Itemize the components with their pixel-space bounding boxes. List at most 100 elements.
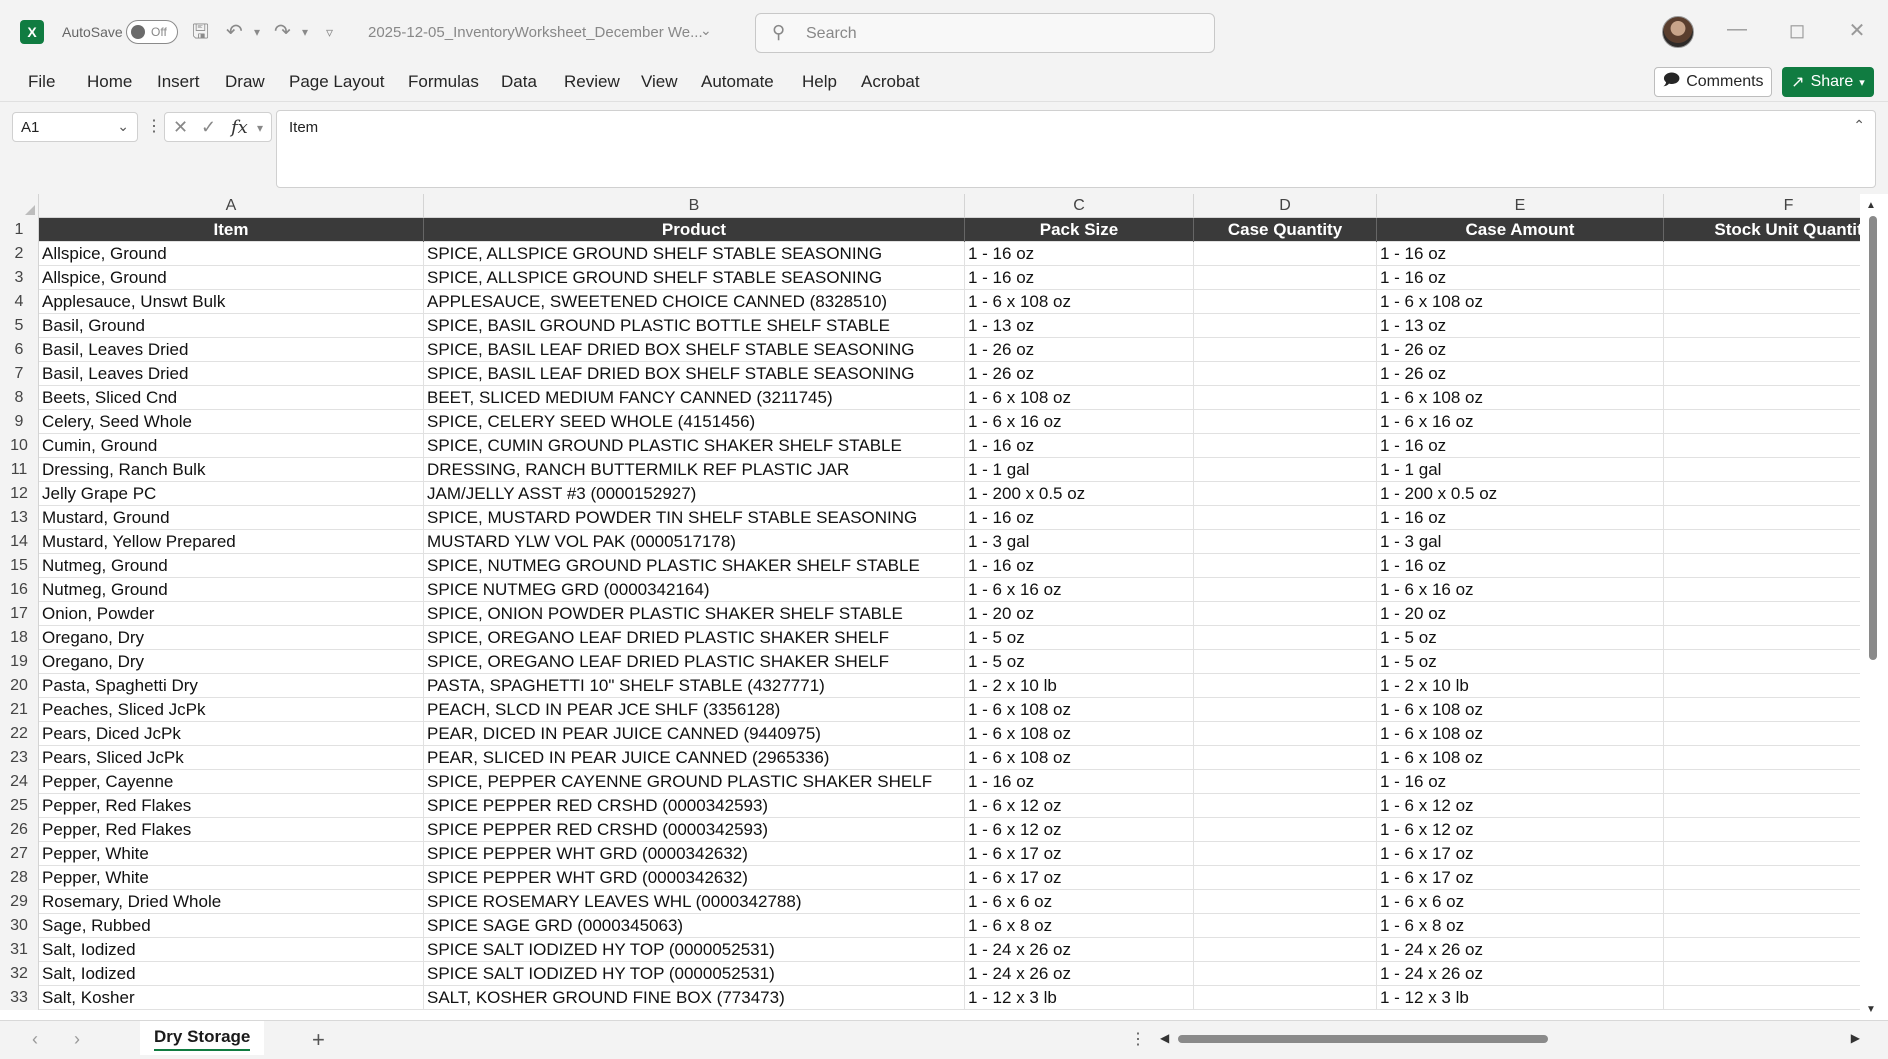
- grid-cell[interactable]: Salt, Kosher: [39, 986, 424, 1010]
- header-cell[interactable]: Item: [39, 218, 424, 242]
- grid-cell[interactable]: [1664, 698, 1888, 722]
- column-header-b[interactable]: B: [424, 194, 965, 218]
- grid-cell[interactable]: SPICE, ALLSPICE GROUND SHELF STABLE SEAS…: [424, 266, 965, 290]
- minimize-icon[interactable]: —: [1722, 18, 1752, 41]
- chevron-down-icon[interactable]: ⌄: [700, 22, 712, 39]
- name-box[interactable]: A1 ⌄: [12, 112, 138, 142]
- grid-cell[interactable]: 1 - 1 gal: [1377, 458, 1664, 482]
- grid-cell[interactable]: [1194, 266, 1377, 290]
- grid-cell[interactable]: SPICE, OREGANO LEAF DRIED PLASTIC SHAKER…: [424, 626, 965, 650]
- grid-cell[interactable]: 1 - 12 x 3 lb: [1377, 986, 1664, 1010]
- grid-cell[interactable]: [1664, 746, 1888, 770]
- grid-cell[interactable]: Allspice, Ground: [39, 242, 424, 266]
- grid-cell[interactable]: Pepper, White: [39, 842, 424, 866]
- tab-page-layout[interactable]: Page Layout: [289, 72, 384, 92]
- grid-cell[interactable]: PASTA, SPAGHETTI 10" SHELF STABLE (43277…: [424, 674, 965, 698]
- grid-cell[interactable]: 1 - 16 oz: [965, 266, 1194, 290]
- scroll-up-icon[interactable]: ▲: [1866, 200, 1876, 211]
- grid-cell[interactable]: [1194, 938, 1377, 962]
- grid-cell[interactable]: SPICE, BASIL LEAF DRIED BOX SHELF STABLE…: [424, 362, 965, 386]
- horizontal-scroll-thumb[interactable]: [1178, 1035, 1548, 1043]
- row-number[interactable]: 23: [0, 746, 39, 770]
- header-cell[interactable]: Case Amount: [1377, 218, 1664, 242]
- tab-view[interactable]: View: [641, 72, 678, 92]
- grid-cell[interactable]: SPICE, CUMIN GROUND PLASTIC SHAKER SHELF…: [424, 434, 965, 458]
- grid-cell[interactable]: [1194, 482, 1377, 506]
- grid-cell[interactable]: [1664, 674, 1888, 698]
- search-input[interactable]: ⚲ Search: [755, 13, 1215, 53]
- column-header-c[interactable]: C: [965, 194, 1194, 218]
- grid-cell[interactable]: Beets, Sliced Cnd: [39, 386, 424, 410]
- row-number[interactable]: 16: [0, 578, 39, 602]
- grid-cell[interactable]: [1664, 242, 1888, 266]
- grid-cell[interactable]: 1 - 6 x 17 oz: [965, 866, 1194, 890]
- close-icon[interactable]: ✕: [1842, 18, 1872, 43]
- grid-cell[interactable]: 1 - 16 oz: [1377, 434, 1664, 458]
- grid-cell[interactable]: SPICE SALT IODIZED HY TOP (0000052531): [424, 938, 965, 962]
- grid-cell[interactable]: [1664, 266, 1888, 290]
- grid-cell[interactable]: [1194, 626, 1377, 650]
- grid-cell[interactable]: 1 - 26 oz: [965, 338, 1194, 362]
- grid-cell[interactable]: 1 - 3 gal: [965, 530, 1194, 554]
- grid-cell[interactable]: 1 - 24 x 26 oz: [1377, 962, 1664, 986]
- row-number[interactable]: 20: [0, 674, 39, 698]
- row-number[interactable]: 26: [0, 818, 39, 842]
- grid-cell[interactable]: Mustard, Ground: [39, 506, 424, 530]
- grid-cell[interactable]: [1664, 338, 1888, 362]
- scroll-left-icon[interactable]: ◀: [1160, 1031, 1169, 1045]
- grid-cell[interactable]: Nutmeg, Ground: [39, 554, 424, 578]
- grid-cell[interactable]: 1 - 26 oz: [1377, 362, 1664, 386]
- grid-cell[interactable]: Oregano, Dry: [39, 650, 424, 674]
- grid-cell[interactable]: [1194, 674, 1377, 698]
- grid-cell[interactable]: Allspice, Ground: [39, 266, 424, 290]
- grid-cell[interactable]: 1 - 24 x 26 oz: [1377, 938, 1664, 962]
- grid-cell[interactable]: 1 - 6 x 16 oz: [1377, 410, 1664, 434]
- grid-cell[interactable]: 1 - 200 x 0.5 oz: [965, 482, 1194, 506]
- grid-cell[interactable]: [1194, 986, 1377, 1010]
- grid-cell[interactable]: SPICE, CELERY SEED WHOLE (4151456): [424, 410, 965, 434]
- grid-cell[interactable]: Salt, Iodized: [39, 962, 424, 986]
- grid-cell[interactable]: 1 - 200 x 0.5 oz: [1377, 482, 1664, 506]
- grid-cell[interactable]: [1194, 650, 1377, 674]
- row-number[interactable]: 24: [0, 770, 39, 794]
- grid-cell[interactable]: 1 - 6 x 108 oz: [1377, 386, 1664, 410]
- grid-cell[interactable]: [1664, 650, 1888, 674]
- grid-cell[interactable]: Jelly Grape PC: [39, 482, 424, 506]
- grid-cell[interactable]: [1664, 290, 1888, 314]
- maximize-icon[interactable]: ◻: [1782, 18, 1812, 43]
- grid-cell[interactable]: [1664, 458, 1888, 482]
- grid-cell[interactable]: [1664, 410, 1888, 434]
- grid-cell[interactable]: SPICE, ONION POWDER PLASTIC SHAKER SHELF…: [424, 602, 965, 626]
- grid-cell[interactable]: [1664, 938, 1888, 962]
- row-number[interactable]: 22: [0, 722, 39, 746]
- grid-cell[interactable]: 1 - 6 x 108 oz: [1377, 746, 1664, 770]
- column-header-e[interactable]: E: [1377, 194, 1664, 218]
- header-cell[interactable]: Case Quantity: [1194, 218, 1377, 242]
- grid-cell[interactable]: Cumin, Ground: [39, 434, 424, 458]
- grid-cell[interactable]: 1 - 20 oz: [1377, 602, 1664, 626]
- tab-file[interactable]: File: [28, 72, 55, 92]
- grid-cell[interactable]: [1194, 386, 1377, 410]
- more-options-icon[interactable]: ⋮: [146, 116, 162, 136]
- grid-cell[interactable]: 1 - 16 oz: [1377, 506, 1664, 530]
- grid-cell[interactable]: [1664, 482, 1888, 506]
- grid-cell[interactable]: APPLESAUCE, SWEETENED CHOICE CANNED (832…: [424, 290, 965, 314]
- row-number[interactable]: 33: [0, 986, 39, 1010]
- header-cell[interactable]: Stock Unit Quantit: [1664, 218, 1888, 242]
- grid-cell[interactable]: 1 - 2 x 10 lb: [965, 674, 1194, 698]
- column-header-f[interactable]: F: [1664, 194, 1888, 218]
- grid-cell[interactable]: [1194, 602, 1377, 626]
- grid-cell[interactable]: Rosemary, Dried Whole: [39, 890, 424, 914]
- grid-cell[interactable]: [1664, 386, 1888, 410]
- grid-cell[interactable]: MUSTARD YLW VOL PAK (0000517178): [424, 530, 965, 554]
- grid-cell[interactable]: SPICE PEPPER RED CRSHD (0000342593): [424, 794, 965, 818]
- grid-cell[interactable]: 1 - 16 oz: [965, 554, 1194, 578]
- grid-cell[interactable]: [1194, 770, 1377, 794]
- grid-cell[interactable]: [1194, 434, 1377, 458]
- grid-cell[interactable]: [1664, 962, 1888, 986]
- grid-cell[interactable]: 1 - 16 oz: [1377, 554, 1664, 578]
- grid-cell[interactable]: [1194, 458, 1377, 482]
- horizontal-scrollbar[interactable]: ◀ ▶: [1160, 1031, 1860, 1047]
- row-number[interactable]: 25: [0, 794, 39, 818]
- row-number[interactable]: 15: [0, 554, 39, 578]
